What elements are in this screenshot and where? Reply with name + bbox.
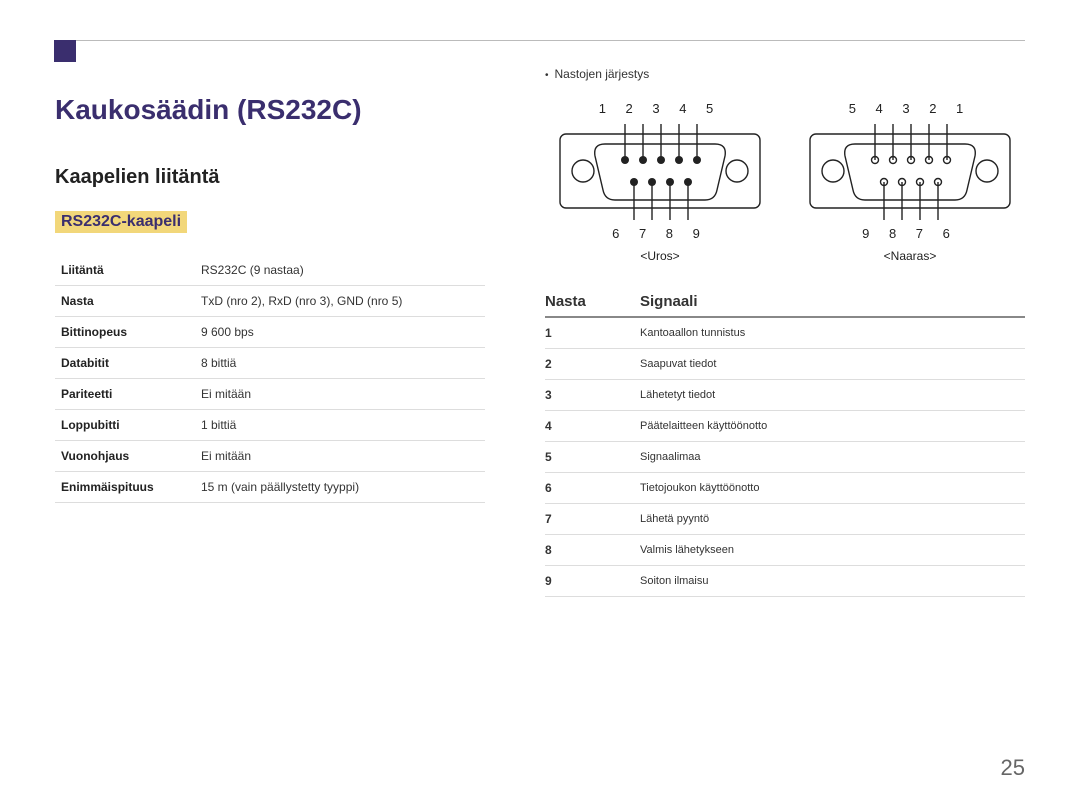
signal-name: Lähetetyt tiedot: [640, 380, 1025, 411]
signal-pin: 7: [545, 504, 640, 535]
signal-table-header: Nasta Signaali: [545, 293, 1025, 318]
spec-label: Nasta: [55, 286, 195, 317]
spec-label: Bittinopeus: [55, 317, 195, 348]
signal-name: Valmis lähetykseen: [640, 535, 1025, 566]
signal-name: Signaalimaa: [640, 442, 1025, 473]
table-row: 8Valmis lähetykseen: [545, 535, 1025, 566]
spec-label: Pariteetti: [55, 379, 195, 410]
spec-value: RS232C (9 nastaa): [195, 255, 485, 286]
table-row: Enimmäispituus15 m (vain päällystetty ty…: [55, 472, 485, 503]
spec-label: Vuonohjaus: [55, 441, 195, 472]
table-row: 2Saapuvat tiedot: [545, 349, 1025, 380]
table-row: PariteettiEi mitään: [55, 379, 485, 410]
page-heading: Kaukosäädin (RS232C): [55, 94, 485, 126]
table-row: Databitit8 bittiä: [55, 348, 485, 379]
spec-value: TxD (nro 2), RxD (nro 3), GND (nro 5): [195, 286, 485, 317]
table-row: 7Lähetä pyyntö: [545, 504, 1025, 535]
signal-table: 1Kantoaallon tunnistus2Saapuvat tiedot3L…: [545, 318, 1025, 597]
pin-order-note: •Nastojen järjestys: [545, 67, 1025, 81]
spec-table: LiitäntäRS232C (9 nastaa)NastaTxD (nro 2…: [55, 255, 485, 503]
bullet-icon: •: [545, 70, 549, 81]
table-row: 5Signaalimaa: [545, 442, 1025, 473]
table-row: 3Lähetetyt tiedot: [545, 380, 1025, 411]
signal-name: Päätelaitteen käyttöönotto: [640, 411, 1025, 442]
accent-bar: [54, 40, 76, 62]
highlight-label: RS232C-kaapeli: [55, 211, 187, 233]
spec-label: Loppubitti: [55, 410, 195, 441]
table-row: Bittinopeus9 600 bps: [55, 317, 485, 348]
spec-label: Liitäntä: [55, 255, 195, 286]
signal-name: Lähetä pyyntö: [640, 504, 1025, 535]
signal-name: Tietojoukon käyttöönotto: [640, 473, 1025, 504]
signal-pin: 4: [545, 411, 640, 442]
female-label: <Naaras>: [884, 249, 937, 263]
spec-label: Databitit: [55, 348, 195, 379]
col-signaali: Signaali: [640, 293, 698, 310]
table-row: 6Tietojoukon käyttöönotto: [545, 473, 1025, 504]
male-top-pins: 1 2 3 4 5: [599, 101, 722, 116]
section-subheading: Kaapelien liitäntä: [55, 166, 485, 189]
db9-male-icon: [555, 116, 765, 226]
spec-label: Enimmäispituus: [55, 472, 195, 503]
table-row: Loppubitti1 bittiä: [55, 410, 485, 441]
table-row: LiitäntäRS232C (9 nastaa): [55, 255, 485, 286]
signal-pin: 8: [545, 535, 640, 566]
signal-pin: 9: [545, 566, 640, 597]
table-row: 9Soiton ilmaisu: [545, 566, 1025, 597]
female-bottom-pins: 9 8 7 6: [862, 226, 958, 241]
spec-value: 1 bittiä: [195, 410, 485, 441]
spec-value: Ei mitään: [195, 379, 485, 410]
spec-value: 9 600 bps: [195, 317, 485, 348]
female-top-pins: 5 4 3 2 1: [849, 101, 972, 116]
page-number: 25: [1001, 755, 1025, 781]
signal-pin: 3: [545, 380, 640, 411]
table-row: 1Kantoaallon tunnistus: [545, 318, 1025, 349]
signal-pin: 5: [545, 442, 640, 473]
signal-name: Kantoaallon tunnistus: [640, 318, 1025, 349]
connector-female: 5 4 3 2 1: [805, 101, 1015, 263]
table-row: VuonohjausEi mitään: [55, 441, 485, 472]
spec-value: Ei mitään: [195, 441, 485, 472]
signal-pin: 1: [545, 318, 640, 349]
table-row: NastaTxD (nro 2), RxD (nro 3), GND (nro …: [55, 286, 485, 317]
signal-pin: 2: [545, 349, 640, 380]
col-nasta: Nasta: [545, 293, 640, 310]
connector-male: 1 2 3 4 5: [555, 101, 765, 263]
table-row: 4Päätelaitteen käyttöönotto: [545, 411, 1025, 442]
signal-name: Saapuvat tiedot: [640, 349, 1025, 380]
signal-pin: 6: [545, 473, 640, 504]
spec-value: 8 bittiä: [195, 348, 485, 379]
spec-value: 15 m (vain päällystetty tyyppi): [195, 472, 485, 503]
db9-female-icon: [805, 116, 1015, 226]
male-label: <Uros>: [640, 249, 679, 263]
male-bottom-pins: 6 7 8 9: [612, 226, 708, 241]
signal-name: Soiton ilmaisu: [640, 566, 1025, 597]
